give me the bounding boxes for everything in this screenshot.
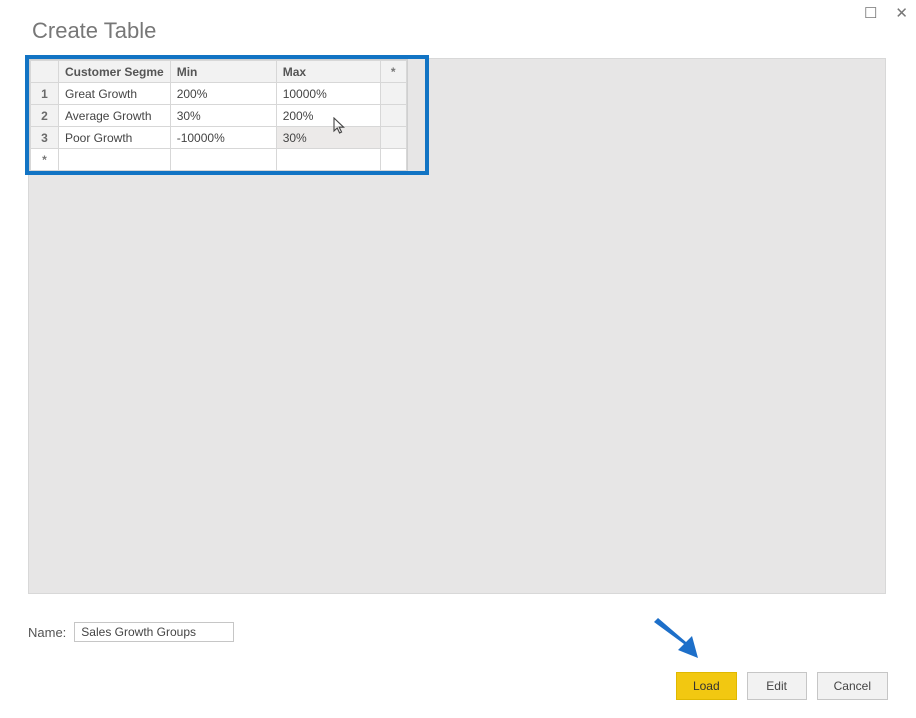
row-number: 3 (31, 127, 59, 149)
data-grid[interactable]: Customer Segme Min Max * 1 Great Growth … (29, 59, 408, 172)
row-number: 2 (31, 105, 59, 127)
table-row[interactable]: 3 Poor Growth -10000% 30% (31, 127, 407, 149)
name-label: Name: (28, 625, 66, 640)
cell-max[interactable]: 10000% (276, 83, 380, 105)
edit-button[interactable]: Edit (747, 672, 807, 700)
col-header-star[interactable]: * (380, 61, 406, 83)
cell-min[interactable]: 30% (170, 105, 276, 127)
table-row[interactable]: 2 Average Growth 30% 200% (31, 105, 407, 127)
cell-star (380, 149, 406, 171)
cell-star (380, 127, 406, 149)
cell-max[interactable]: 200% (276, 105, 380, 127)
cell-segment[interactable]: Great Growth (59, 83, 171, 105)
cell-star (380, 105, 406, 127)
cell-min[interactable]: -10000% (170, 127, 276, 149)
table-row-empty[interactable]: * (31, 149, 407, 171)
col-header-max[interactable]: Max (276, 61, 380, 83)
row-star: * (31, 149, 59, 171)
load-button[interactable]: Load (676, 672, 737, 700)
col-header-segment[interactable]: Customer Segme (59, 61, 171, 83)
arrow-annotation-icon (650, 618, 706, 664)
cancel-button[interactable]: Cancel (817, 672, 888, 700)
col-header-min[interactable]: Min (170, 61, 276, 83)
cell-max-selected[interactable]: 30% (276, 127, 380, 149)
table-row[interactable]: 1 Great Growth 200% 10000% (31, 83, 407, 105)
cell-segment[interactable]: Poor Growth (59, 127, 171, 149)
cell-empty[interactable] (59, 149, 171, 171)
cell-segment[interactable]: Average Growth (59, 105, 171, 127)
cell-min[interactable]: 200% (170, 83, 276, 105)
row-header-blank (31, 61, 59, 83)
cell-empty[interactable] (276, 149, 380, 171)
workspace-canvas: Customer Segme Min Max * 1 Great Growth … (28, 58, 886, 594)
table-name-input[interactable] (74, 622, 234, 642)
page-title: Create Table (32, 18, 888, 44)
row-number: 1 (31, 83, 59, 105)
cell-empty[interactable] (170, 149, 276, 171)
cell-star (380, 83, 406, 105)
